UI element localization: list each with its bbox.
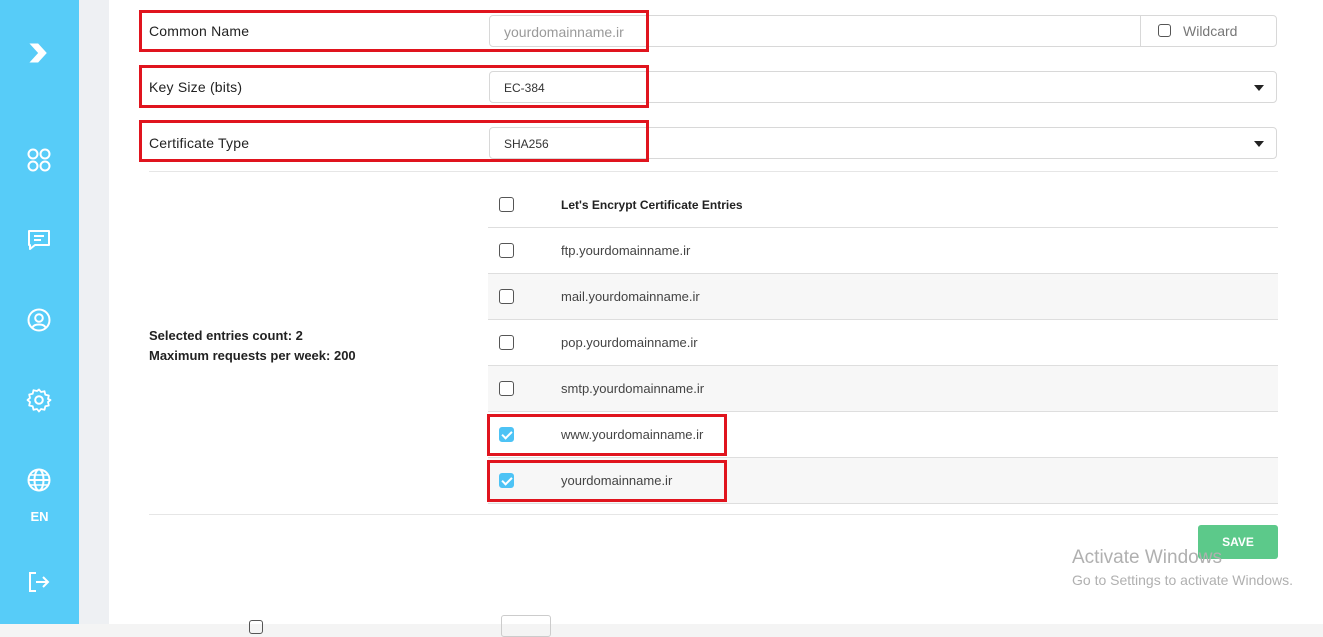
chat-icon[interactable] <box>24 225 54 255</box>
entry-checkbox[interactable] <box>499 243 514 258</box>
select-all-checkbox[interactable] <box>499 197 514 212</box>
list-item: yourdomainname.ir <box>488 458 1278 504</box>
key-size-label: Key Size (bits) <box>149 79 243 95</box>
chevron-down-icon <box>1254 141 1264 147</box>
entry-label: yourdomainname.ir <box>561 473 673 488</box>
section-divider <box>149 171 1278 172</box>
list-item: mail.yourdomainname.ir <box>488 274 1278 320</box>
max-requests: Maximum requests per week: 200 <box>149 348 356 363</box>
entry-checkbox[interactable] <box>499 335 514 350</box>
entries-header: Let's Encrypt Certificate Entries <box>561 198 743 212</box>
certificate-type-value: SHA256 <box>504 137 549 151</box>
list-item: pop.yourdomainname.ir <box>488 320 1278 366</box>
entries-header-row: Let's Encrypt Certificate Entries <box>488 182 1278 228</box>
chevron-down-icon <box>1254 85 1264 91</box>
selected-count: Selected entries count: 2 <box>149 328 303 343</box>
option-checkbox[interactable] <box>249 620 263 634</box>
list-item: smtp.yourdomainname.ir <box>488 366 1278 412</box>
language-label[interactable]: EN <box>0 509 79 524</box>
entry-label: www.yourdomainname.ir <box>561 427 704 442</box>
globe-icon[interactable] <box>24 465 54 495</box>
ssl-form-panel: Common Name yourdomainname.ir Wildcard K… <box>109 0 1323 637</box>
entry-label: ftp.yourdomainname.ir <box>561 243 691 258</box>
section-divider <box>149 514 1278 515</box>
sidebar: EN <box>0 0 79 624</box>
certificate-type-row: Certificate Type SHA256 <box>149 127 1278 160</box>
common-name-row: Common Name yourdomainname.ir Wildcard <box>149 15 1278 48</box>
list-item: www.yourdomainname.ir <box>488 412 1278 458</box>
wildcard-toggle[interactable]: Wildcard <box>1140 15 1278 47</box>
entry-checkbox[interactable] <box>499 427 514 442</box>
certificate-type-label: Certificate Type <box>149 135 250 151</box>
common-name-label: Common Name <box>149 23 250 39</box>
apps-icon[interactable] <box>24 145 54 175</box>
key-size-row: Key Size (bits) EC-384 <box>149 71 1278 104</box>
settings-icon[interactable] <box>24 385 54 415</box>
option-field[interactable] <box>501 615 551 637</box>
list-item: ftp.yourdomainname.ir <box>488 228 1278 274</box>
entry-label: pop.yourdomainname.ir <box>561 335 698 350</box>
content-gutter <box>79 0 109 624</box>
certificate-type-select[interactable]: SHA256 <box>489 127 1277 159</box>
common-name-placeholder: yourdomainname.ir <box>504 24 624 40</box>
entry-checkbox[interactable] <box>499 381 514 396</box>
logout-icon[interactable] <box>24 567 54 597</box>
entry-label: smtp.yourdomainname.ir <box>561 381 705 396</box>
entry-checkbox[interactable] <box>499 473 514 488</box>
user-icon[interactable] <box>24 305 54 335</box>
wildcard-checkbox[interactable] <box>1158 24 1171 37</box>
selection-summary: Selected entries count: 2 Maximum reques… <box>149 326 356 366</box>
key-size-value: EC-384 <box>504 81 545 95</box>
activation-watermark-text: Go to Settings to activate Windows. <box>1072 572 1293 588</box>
wildcard-label: Wildcard <box>1183 23 1238 39</box>
entry-label: mail.yourdomainname.ir <box>561 289 700 304</box>
entry-checkbox[interactable] <box>499 289 514 304</box>
key-size-select[interactable]: EC-384 <box>489 71 1277 103</box>
activation-watermark-title: Activate Windows <box>1072 547 1222 568</box>
arrow-logo-icon[interactable] <box>24 38 54 68</box>
